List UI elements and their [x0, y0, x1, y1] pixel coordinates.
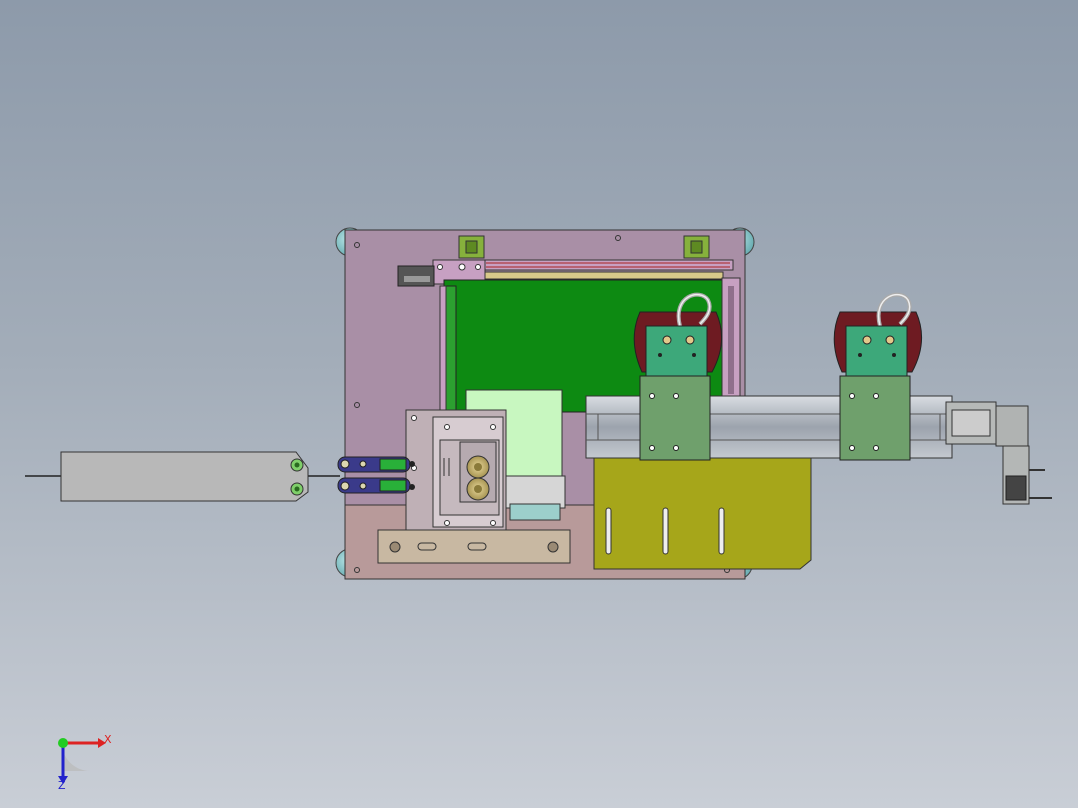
- coordinate-triad: X Z: [58, 733, 112, 792]
- feeder-arm[interactable]: [25, 451, 340, 502]
- rail-clamp-left[interactable]: [458, 235, 485, 259]
- stepper-motor[interactable]: [945, 401, 1052, 505]
- z-axis-label: Z: [58, 779, 66, 792]
- carriage-right[interactable]: [833, 292, 923, 461]
- guide-strip: [484, 271, 724, 280]
- cad-viewport[interactable]: X Z: [0, 0, 1078, 808]
- carriage-left[interactable]: [633, 292, 723, 461]
- bottom-clamp-bar[interactable]: [377, 529, 571, 564]
- x-axis-label: X: [104, 733, 112, 746]
- rail-clamp-right[interactable]: [683, 235, 710, 259]
- stop-block[interactable]: [504, 475, 566, 521]
- yellow-table[interactable]: [593, 454, 812, 570]
- assembly-drawing: X Z: [25, 227, 1052, 792]
